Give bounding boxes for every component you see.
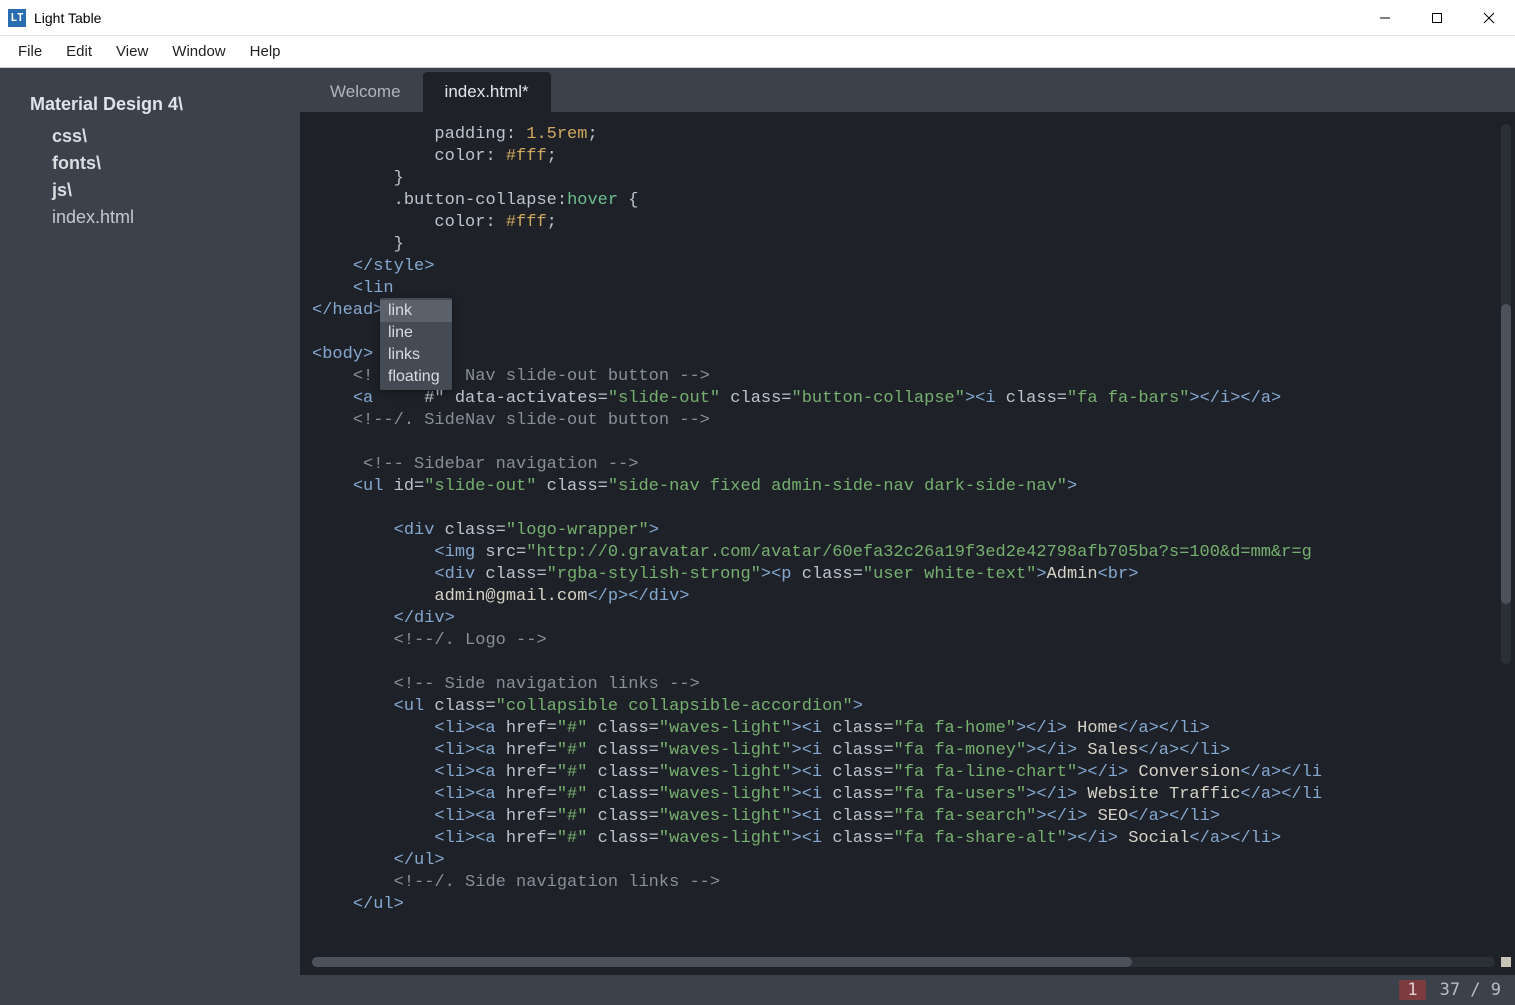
minimize-button[interactable]	[1359, 0, 1411, 35]
code-line[interactable]: color: #fff;	[312, 146, 1497, 168]
code-line[interactable]: <!--/. Logo -->	[312, 630, 1497, 652]
sidebar: Material Design 4\ css\fonts\js\index.ht…	[0, 68, 300, 1005]
vertical-scrollbar[interactable]	[1501, 124, 1511, 664]
editor-area: Welcomeindex.html* padding: 1.5rem; colo…	[300, 68, 1515, 1005]
workspace: Material Design 4\ css\fonts\js\index.ht…	[0, 68, 1515, 1005]
code-line[interactable]: <img src="http://0.gravatar.com/avatar/6…	[312, 542, 1497, 564]
scroll-corner	[1501, 957, 1511, 967]
autocomplete-item[interactable]: floating	[380, 366, 452, 388]
code-line[interactable]: <li><a href="#" class="waves-light"><i c…	[312, 806, 1497, 828]
maximize-button[interactable]	[1411, 0, 1463, 35]
code-line[interactable]: <div class="logo-wrapper">	[312, 520, 1497, 542]
code-line[interactable]: <li><a href="#" class="waves-light"><i c…	[312, 762, 1497, 784]
menu-file[interactable]: File	[6, 39, 54, 64]
window-buttons	[1359, 0, 1515, 35]
menu-view[interactable]: View	[104, 39, 160, 64]
menu-window[interactable]: Window	[160, 39, 237, 64]
code-line[interactable]	[312, 498, 1497, 520]
autocomplete-item[interactable]: line	[380, 322, 452, 344]
code-content[interactable]: padding: 1.5rem; color: #fff; } .button-…	[312, 124, 1497, 945]
code-line[interactable]: color: #fff;	[312, 212, 1497, 234]
code-line[interactable]: .button-collapse:hover {	[312, 190, 1497, 212]
code-line[interactable]: <!-- Side navigation links -->	[312, 674, 1497, 696]
code-line[interactable]: <li><a href="#" class="waves-light"><i c…	[312, 740, 1497, 762]
code-line[interactable]: <ul class="collapsible collapsible-accor…	[312, 696, 1497, 718]
window-title: Light Table	[34, 10, 1359, 26]
tabbar: Welcomeindex.html*	[300, 68, 1515, 112]
code-line[interactable]: <!--/. SideNav slide-out button -->	[312, 410, 1497, 432]
code-line[interactable]	[312, 652, 1497, 674]
code-line[interactable]: admin@gmail.com</p></div>	[312, 586, 1497, 608]
sidebar-folder-fonts[interactable]: fonts\	[30, 150, 282, 177]
editor[interactable]: padding: 1.5rem; color: #fff; } .button-…	[300, 112, 1515, 975]
code-line[interactable]: </style>	[312, 256, 1497, 278]
code-line[interactable]: }	[312, 234, 1497, 256]
code-line[interactable]: }	[312, 168, 1497, 190]
close-button[interactable]	[1463, 0, 1515, 35]
code-line[interactable]: </ul>	[312, 850, 1497, 872]
code-line[interactable]: <li><a href="#" class="waves-light"><i c…	[312, 718, 1497, 740]
code-line[interactable]: <li><a href="#" class="waves-light"><i c…	[312, 784, 1497, 806]
menu-edit[interactable]: Edit	[54, 39, 104, 64]
tab-welcome[interactable]: Welcome	[308, 72, 423, 112]
code-line[interactable]: </div>	[312, 608, 1497, 630]
code-line[interactable]: <!-- Sidebar navigation -->	[312, 454, 1497, 476]
code-line[interactable]: padding: 1.5rem;	[312, 124, 1497, 146]
menubar: FileEditViewWindowHelp	[0, 36, 1515, 68]
code-line[interactable]	[312, 322, 1497, 344]
titlebar: LT Light Table	[0, 0, 1515, 36]
autocomplete-popup[interactable]: linklinelinksfloating	[380, 298, 452, 390]
error-count[interactable]: 1	[1399, 980, 1425, 1000]
menu-help[interactable]: Help	[238, 39, 293, 64]
horizontal-scrollbar[interactable]	[312, 957, 1495, 967]
cursor-position: 37 / 9	[1440, 980, 1501, 1000]
code-line[interactable]: </head>	[312, 300, 1497, 322]
sidebar-file-indexhtml[interactable]: index.html	[30, 204, 282, 231]
sidebar-folder-js[interactable]: js\	[30, 177, 282, 204]
code-line[interactable]	[312, 432, 1497, 454]
sidebar-folder-css[interactable]: css\	[30, 123, 282, 150]
statusbar: 1 37 / 9	[300, 975, 1515, 1005]
code-line[interactable]: </ul>	[312, 894, 1497, 916]
code-line[interactable]: <! Nav slide-out button -->	[312, 366, 1497, 388]
app-icon-letter: LT	[10, 11, 23, 24]
code-line[interactable]: <ul id="slide-out" class="side-nav fixed…	[312, 476, 1497, 498]
project-root[interactable]: Material Design 4\	[30, 94, 282, 115]
app-icon: LT	[8, 9, 26, 27]
code-line[interactable]: <div class="rgba-stylish-strong"><p clas…	[312, 564, 1497, 586]
code-line[interactable]: <lin	[312, 278, 1497, 300]
code-line[interactable]: <body>	[312, 344, 1497, 366]
autocomplete-item[interactable]: links	[380, 344, 452, 366]
code-line[interactable]: <li><a href="#" class="waves-light"><i c…	[312, 828, 1497, 850]
tab-index-html-[interactable]: index.html*	[423, 72, 551, 112]
autocomplete-item[interactable]: link	[380, 300, 452, 322]
code-line[interactable]: <a #" data-activates="slide-out" class="…	[312, 388, 1497, 410]
code-line[interactable]: <!--/. Side navigation links -->	[312, 872, 1497, 894]
